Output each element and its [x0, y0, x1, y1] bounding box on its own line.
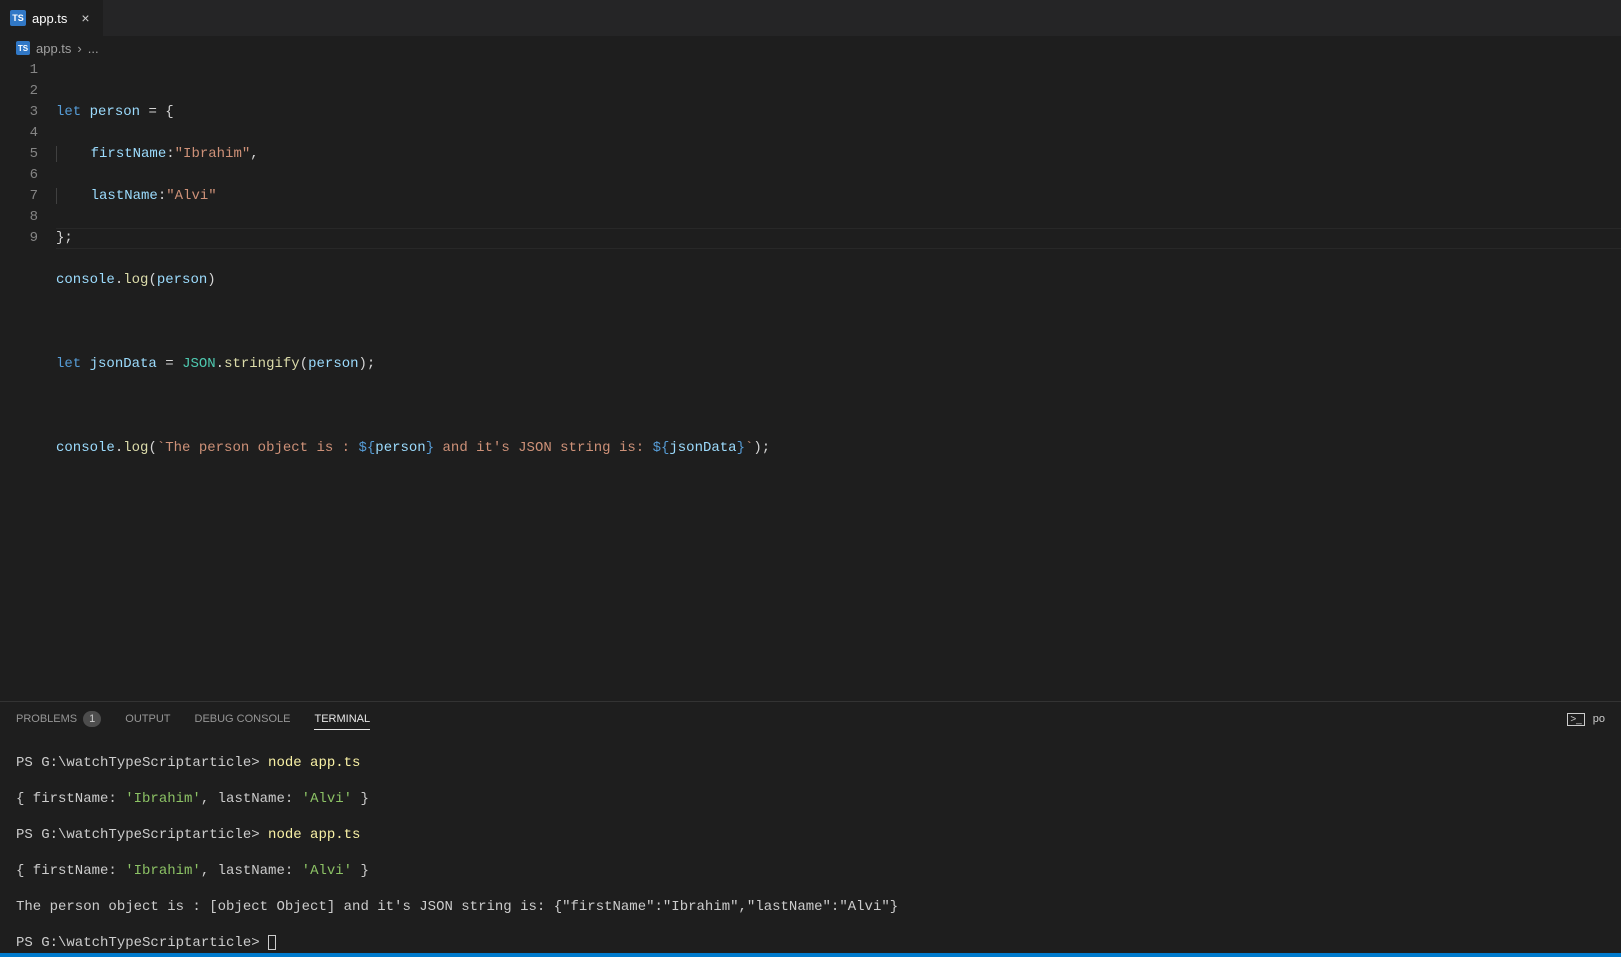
panel-tabs: PROBLEMS 1 OUTPUT DEBUG CONSOLE TERMINAL… — [0, 702, 1621, 736]
terminal-line: PS G:\watchTypeScriptarticle> node app.t… — [16, 754, 1605, 772]
line-number: 1 — [0, 60, 38, 81]
chevron-right-icon: › — [77, 41, 81, 56]
line-number: 6 — [0, 165, 38, 186]
line-number: 2 — [0, 81, 38, 102]
code-line — [56, 396, 1621, 417]
tab-problems[interactable]: PROBLEMS 1 — [16, 711, 101, 727]
code-line — [56, 312, 1621, 333]
line-number: 5 — [0, 144, 38, 165]
code-editor[interactable]: 1 2 3 4 5 6 7 8 9 let person = { firstNa… — [0, 60, 1621, 701]
status-bar[interactable] — [0, 953, 1621, 957]
code-area[interactable]: let person = { firstName:"Ibrahim", last… — [56, 60, 1621, 701]
typescript-icon: TS — [10, 10, 26, 26]
tab-label: app.ts — [32, 11, 67, 26]
terminal-line: { firstName: 'Ibrahim', lastName: 'Alvi'… — [16, 790, 1605, 808]
problems-count-badge: 1 — [83, 711, 101, 727]
code-line: let person = { — [56, 102, 1621, 123]
code-line: console.log(`The person object is : ${pe… — [56, 438, 1621, 459]
tab-debug-console[interactable]: DEBUG CONSOLE — [195, 713, 291, 725]
editor-tab-app-ts[interactable]: TS app.ts × — [0, 0, 104, 36]
tab-label: TERMINAL — [314, 713, 370, 725]
close-icon[interactable]: × — [77, 10, 93, 26]
breadcrumb[interactable]: TS app.ts › ... — [0, 36, 1621, 60]
line-number: 8 — [0, 207, 38, 228]
line-number-gutter: 1 2 3 4 5 6 7 8 9 — [0, 60, 56, 701]
line-number: 7 — [0, 186, 38, 207]
typescript-icon: TS — [16, 41, 30, 55]
editor-tabs-bar: TS app.ts × — [0, 0, 1621, 36]
code-line: firstName:"Ibrahim", — [56, 144, 1621, 165]
code-line: lastName:"Alvi" — [56, 186, 1621, 207]
tab-label: OUTPUT — [125, 713, 170, 725]
code-line: console.log(person) — [56, 270, 1621, 291]
tab-output[interactable]: OUTPUT — [125, 713, 170, 725]
terminal-shell-label[interactable]: po — [1593, 713, 1605, 725]
breadcrumb-file: app.ts — [36, 41, 71, 56]
current-line-highlight — [56, 228, 1621, 249]
tab-label: DEBUG CONSOLE — [195, 713, 291, 725]
code-line: let jsonData = JSON.stringify(person); — [56, 354, 1621, 375]
terminal-shell-icon[interactable]: >_ — [1567, 713, 1584, 726]
tab-label: PROBLEMS — [16, 713, 77, 725]
line-number: 3 — [0, 102, 38, 123]
terminal-cursor — [268, 935, 276, 950]
terminal-line: { firstName: 'Ibrahim', lastName: 'Alvi'… — [16, 862, 1605, 880]
terminal-line: The person object is : [object Object] a… — [16, 898, 1605, 916]
terminal-output[interactable]: PS G:\watchTypeScriptarticle> node app.t… — [0, 736, 1621, 953]
bottom-panel: PROBLEMS 1 OUTPUT DEBUG CONSOLE TERMINAL… — [0, 701, 1621, 953]
terminal-line: PS G:\watchTypeScriptarticle> — [16, 934, 1605, 952]
line-number: 9 — [0, 228, 38, 249]
terminal-line: PS G:\watchTypeScriptarticle> node app.t… — [16, 826, 1605, 844]
line-number: 4 — [0, 123, 38, 144]
breadcrumb-rest: ... — [88, 41, 99, 56]
tab-terminal[interactable]: TERMINAL — [314, 713, 370, 730]
panel-actions: >_ po — [1567, 713, 1605, 726]
